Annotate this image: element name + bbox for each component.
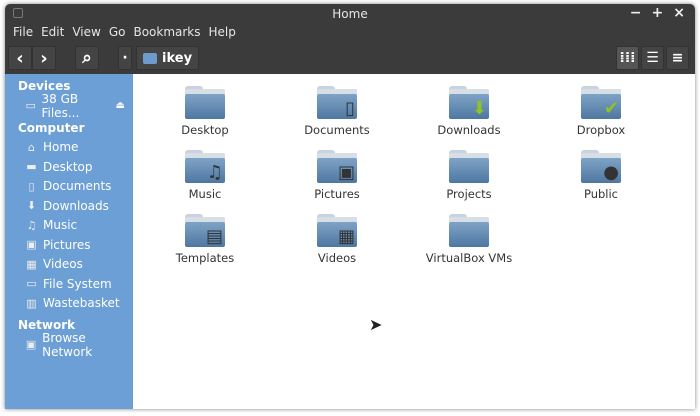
folder-item[interactable]: ▣ Pictures: [282, 150, 392, 201]
sidebar-item-desktop[interactable]: ▬ Desktop: [5, 157, 133, 177]
drive-icon: ▭: [25, 99, 36, 113]
menu-view[interactable]: View: [68, 24, 104, 44]
folder-label: Templates: [175, 251, 235, 265]
emblem-icon: ▦: [337, 226, 355, 247]
folder-icon: [449, 214, 489, 247]
folder-item[interactable]: ⬇ Downloads: [414, 86, 524, 137]
folder-item[interactable]: ● Public: [546, 150, 656, 201]
folder-label: Documents: [304, 123, 370, 137]
folder-icon: ▤: [185, 214, 225, 247]
sidebar-item-browse-network[interactable]: ▣ Browse Network: [5, 331, 133, 359]
folder-item[interactable]: ✔ Dropbox: [546, 86, 656, 137]
grid-icon: ⁞⁞⁞: [619, 50, 636, 66]
maximize-button[interactable]: +: [652, 5, 664, 21]
folder-icon: ▯: [317, 86, 357, 119]
folder-icon: ▣: [317, 150, 357, 183]
mouse-cursor: ➤: [369, 315, 383, 334]
icon-view-button[interactable]: ⁞⁞⁞: [616, 46, 639, 70]
file-system-icon: ▭: [26, 277, 37, 291]
folder-icon: ⬇: [449, 86, 489, 119]
folder-item[interactable]: VirtualBox VMs: [414, 214, 524, 265]
folder-label: VirtualBox VMs: [425, 251, 513, 265]
menu-edit[interactable]: Edit: [37, 24, 68, 44]
music-icon: ♫: [26, 218, 37, 232]
emblem-icon: ✔: [603, 98, 619, 119]
menu-icon: ≡: [671, 50, 684, 66]
menu-go[interactable]: Go: [105, 24, 130, 44]
emblem-icon: ♫: [206, 162, 223, 183]
folder-icon: [449, 150, 489, 183]
folder-label: Dropbox: [576, 123, 626, 137]
menu-help[interactable]: Help: [205, 24, 240, 44]
compact-view-button[interactable]: ≡: [666, 46, 689, 70]
sidebar-item-drive[interactable]: ▭ 38 GB Files... ⏏: [5, 92, 133, 120]
breadcrumb-home[interactable]: ikey: [136, 46, 200, 70]
home-folder-icon: [143, 52, 157, 64]
emblem-icon: ⬇: [471, 98, 487, 119]
file-grid: Desktop ▯ Documents ⬇ Downloads ✔ Dropbox ♫ Musi…: [133, 74, 695, 409]
folder-icon: ♫: [185, 150, 225, 183]
folder-label: Pictures: [314, 187, 360, 201]
menu-bookmarks[interactable]: Bookmarks: [129, 24, 204, 44]
videos-icon: ▦: [26, 257, 37, 271]
sidebar-item-pictures[interactable]: ▣ Pictures: [5, 235, 133, 255]
back-button[interactable]: ‹: [8, 46, 32, 70]
emblem-icon: ▤: [205, 226, 223, 247]
sidebar-item-home[interactable]: ⌂ Home: [5, 138, 133, 158]
emblem-icon: ▣: [337, 162, 355, 183]
folder-label: Videos: [317, 251, 357, 265]
folder-item[interactable]: ▤ Templates: [150, 214, 260, 265]
menu-file[interactable]: File: [9, 24, 37, 44]
folder-label: Public: [583, 187, 619, 201]
path-bar-toggle[interactable]: ·: [118, 46, 132, 70]
downloads-icon: ⬇: [26, 199, 37, 213]
search-icon: ⌕: [82, 48, 92, 68]
emblem-icon: ▯: [345, 98, 355, 119]
list-icon: ☰: [646, 50, 659, 66]
sidebar-item-file-system[interactable]: ▭ File System: [5, 274, 133, 294]
folder-label: Desktop: [181, 123, 229, 137]
folder-item[interactable]: ♫ Music: [150, 150, 260, 201]
sidebar-item-documents[interactable]: ▯ Documents: [5, 177, 133, 197]
minimize-button[interactable]: −: [630, 5, 642, 21]
desktop-icon: ▬: [26, 160, 37, 174]
forward-button[interactable]: ›: [32, 46, 56, 70]
sidebar-item-music[interactable]: ♫ Music: [5, 216, 133, 236]
file-manager-window: Home − + × File Edit View Go Bookmarks H…: [5, 4, 695, 409]
emblem-icon: ●: [603, 162, 619, 183]
pictures-icon: ▣: [26, 238, 37, 252]
folder-label: Music: [188, 187, 222, 201]
folder-item[interactable]: ▦ Videos: [282, 214, 392, 265]
sidebar-item-downloads[interactable]: ⬇ Downloads: [5, 196, 133, 216]
sidebar-item-wastebasket[interactable]: ▥ Wastebasket: [5, 294, 133, 314]
folder-item[interactable]: Desktop: [150, 86, 260, 137]
search-button[interactable]: ⌕: [75, 46, 99, 70]
list-view-button[interactable]: ☰: [641, 46, 664, 70]
folder-icon: [185, 86, 225, 119]
folder-label: Projects: [446, 187, 492, 201]
sidebar: Devices ▭ 38 GB Files... ⏏ Computer ⌂ Home ▬…: [5, 74, 133, 409]
sidebar-item-videos[interactable]: ▦ Videos: [5, 255, 133, 275]
home-icon: ⌂: [28, 140, 35, 154]
folder-icon: ●: [581, 150, 621, 183]
network-icon: ▣: [25, 338, 37, 352]
folder-label: Downloads: [437, 123, 501, 137]
folder-icon: ✔: [581, 86, 621, 119]
folder-item[interactable]: Projects: [414, 150, 524, 201]
close-button[interactable]: ×: [673, 5, 685, 21]
menu-bar: File Edit View Go Bookmarks Help: [5, 24, 695, 44]
eject-icon[interactable]: ⏏: [116, 100, 125, 111]
wastebasket-icon: ▥: [26, 296, 37, 310]
folder-icon: ▦: [317, 214, 357, 247]
window-title: Home: [332, 7, 368, 21]
documents-icon: ▯: [28, 179, 35, 193]
folder-item[interactable]: ▯ Documents: [282, 86, 392, 137]
title-bar[interactable]: Home − + ×: [5, 4, 695, 24]
